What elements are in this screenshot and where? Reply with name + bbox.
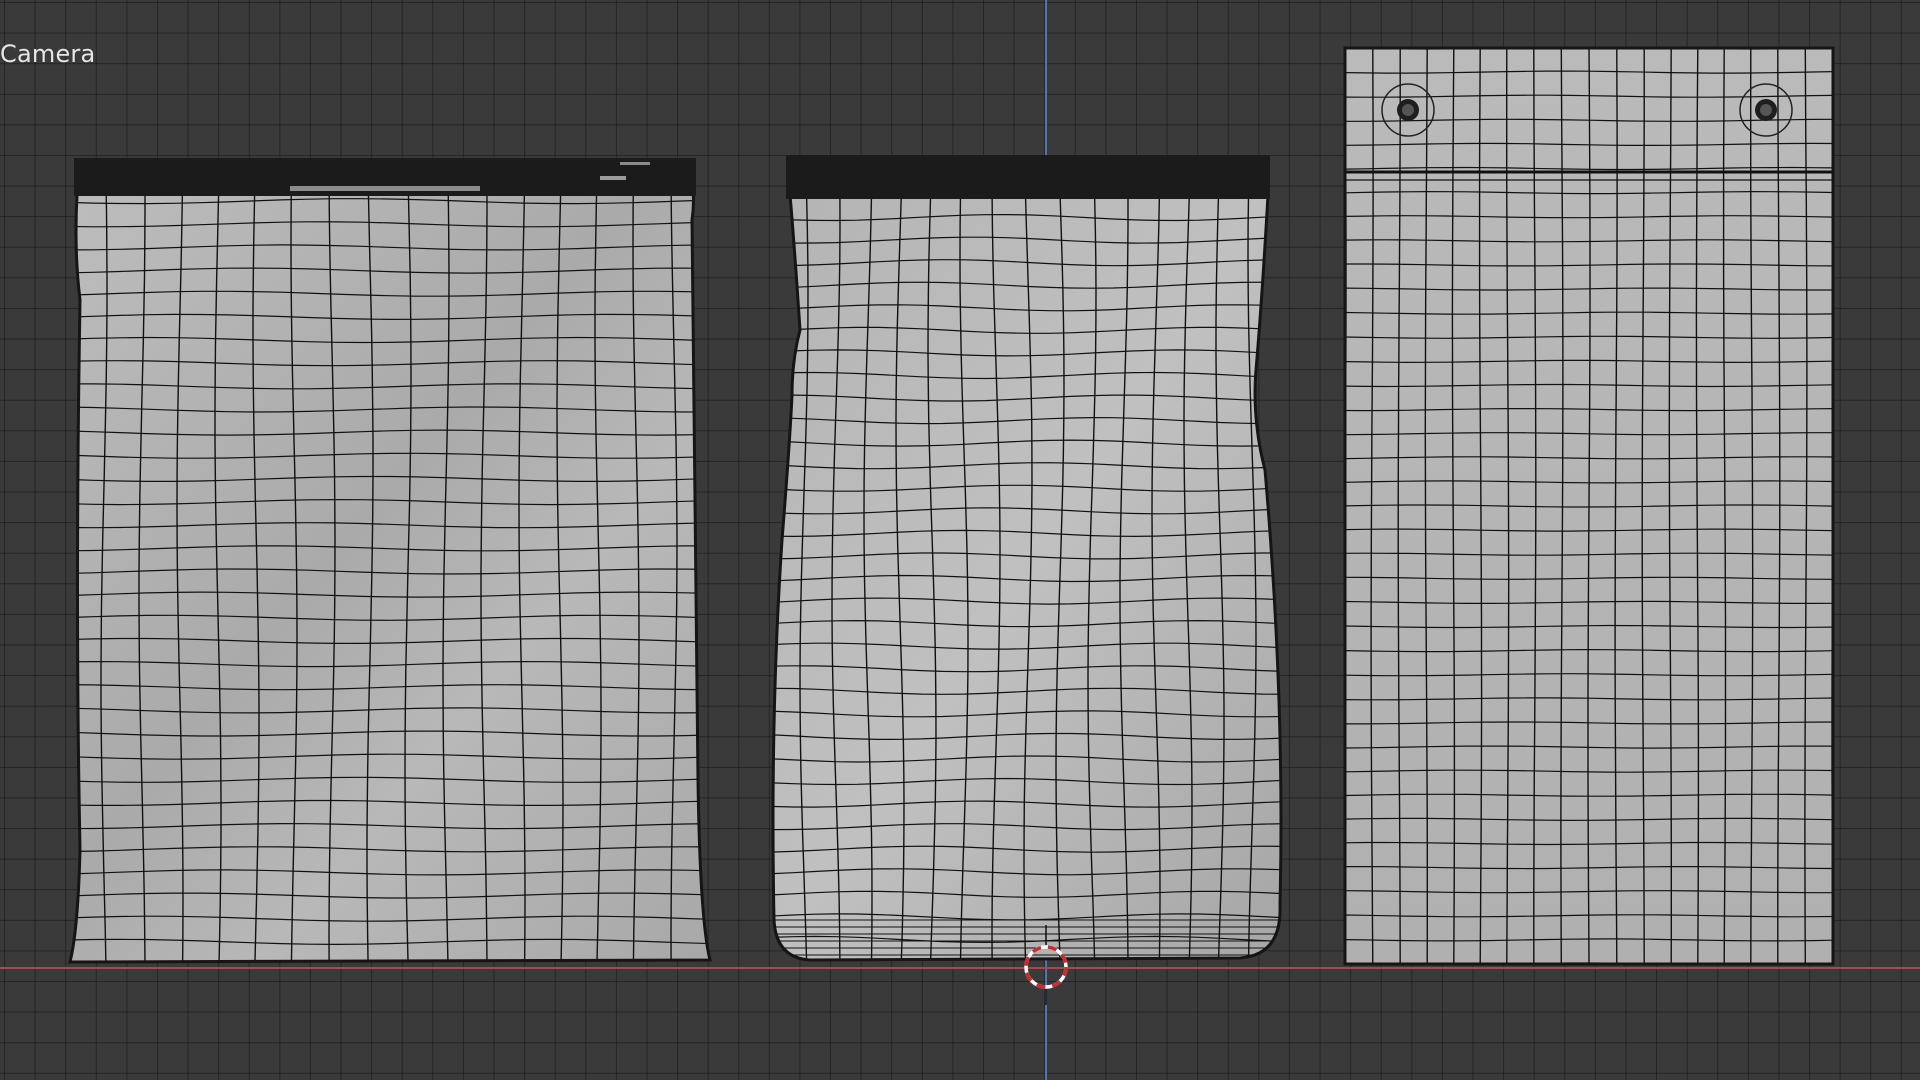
wire-edge (63, 178, 69, 965)
scene-canvas[interactable] (0, 0, 1920, 1080)
mesh-bag-flat[interactable] (63, 158, 715, 968)
3d-viewport[interactable]: Camera (0, 0, 1920, 1080)
mesh-bag-puffy[interactable] (768, 155, 1288, 965)
mesh-bag-grommets[interactable] (1343, 46, 1835, 966)
wire-edge (70, 961, 710, 962)
wire-edge (708, 178, 710, 962)
